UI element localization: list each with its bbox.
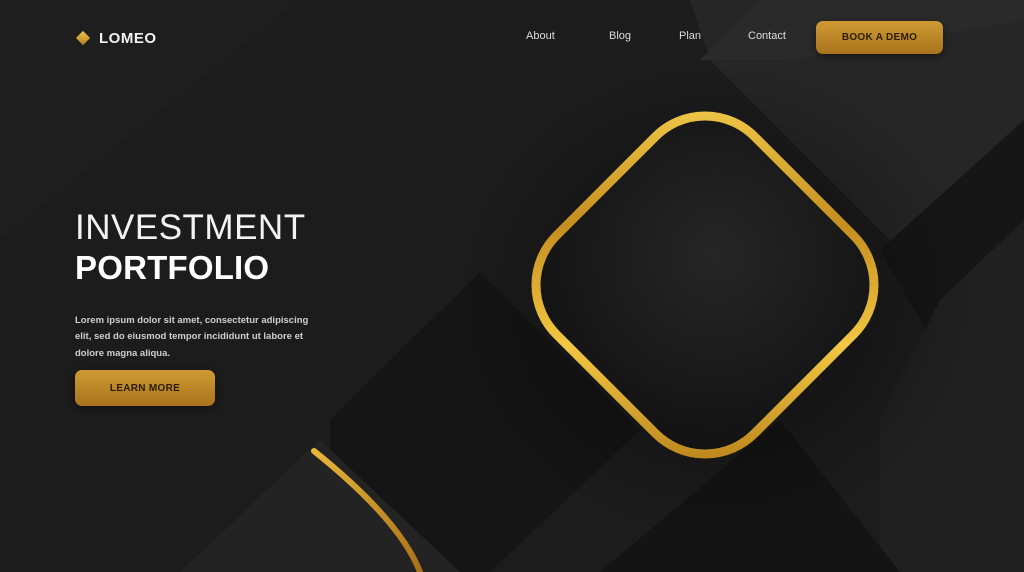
hero-title-line1: INVESTMENT [75,208,306,247]
learn-more-button[interactable]: LEARN MORE [75,370,215,406]
hero-title-line2: PORTFOLIO [75,249,270,286]
diamond-icon [75,30,91,46]
hero-section: INVESTMENT PORTFOLIO [75,208,306,288]
nav-blog[interactable]: Blog [609,30,631,46]
hero-description: Lorem ipsum dolor sit amet, consectetur … [75,314,309,359]
nav-plan[interactable]: Plan [679,30,701,46]
book-demo-button[interactable]: BOOK A DEMO [816,21,943,54]
site-header: LOMEO About Blog Plan Contact BOOK A DEM… [0,0,1024,76]
nav-contact[interactable]: Contact [748,30,786,46]
nav-about[interactable]: About [526,30,555,46]
logo[interactable]: LOMEO [75,27,157,49]
logo-text: LOMEO [99,29,157,47]
